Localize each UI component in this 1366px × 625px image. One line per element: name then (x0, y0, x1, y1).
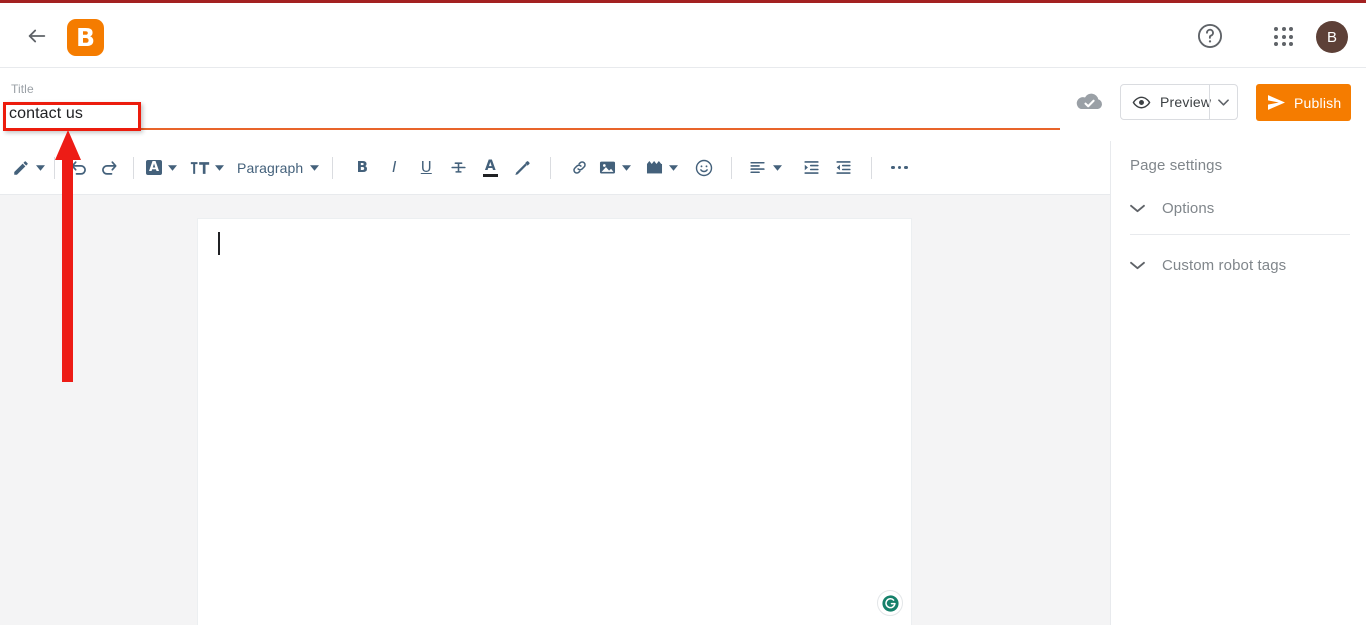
format-toolbar: A Paragraph B I U A (0, 141, 1110, 195)
toolbar-separator (871, 156, 873, 179)
sidebar-divider (1130, 234, 1350, 235)
cloud-done-icon (1075, 90, 1105, 114)
align-chevron-down-icon[interactable] (773, 164, 783, 171)
blogger-page-editor: B B Title contact us Preview Publish A P… (0, 0, 1366, 625)
toolbar-separator (332, 156, 334, 179)
apps-dot (1281, 27, 1286, 31)
grammarly-icon[interactable] (877, 590, 903, 616)
italic-button[interactable]: I (378, 151, 410, 185)
video-icon[interactable] (642, 151, 666, 185)
background-color-chevron-down-icon[interactable] (168, 164, 177, 171)
strikethrough-icon[interactable] (442, 151, 474, 185)
help-circle-icon[interactable] (1196, 22, 1224, 50)
undo-icon[interactable] (64, 151, 94, 185)
send-icon (1267, 94, 1286, 111)
indent-increase-icon[interactable] (795, 151, 827, 185)
image-icon[interactable] (595, 151, 619, 185)
arrow-back-icon[interactable] (22, 21, 52, 51)
pencil-chevron-down-icon[interactable] (36, 164, 45, 171)
sidebar-item-label: Options (1162, 199, 1215, 217)
paragraph-style-label: Paragraph (237, 159, 304, 176)
align-left-icon[interactable] (744, 151, 770, 185)
blogger-logo-icon[interactable]: B (67, 19, 104, 56)
more-dot (904, 165, 908, 170)
eye-icon (1132, 93, 1151, 112)
apps-dot (1274, 42, 1278, 46)
toolbar-separator (54, 156, 55, 179)
underline-button[interactable]: U (410, 151, 442, 185)
publish-label: Publish (1294, 94, 1342, 111)
app-bar: B B (0, 3, 1366, 68)
toolbar-separator (731, 156, 733, 179)
font-size-icon[interactable] (188, 151, 212, 185)
text-color-icon[interactable]: A (474, 151, 506, 185)
sidebar-item-options[interactable]: Options (1130, 189, 1350, 227)
text-cursor (218, 232, 220, 255)
paragraph-chevron-down-icon[interactable] (310, 164, 320, 171)
preview-label: Preview (1160, 94, 1212, 110)
title-label: Title (11, 82, 34, 96)
underline-label: U (420, 158, 432, 176)
chevron-down-icon (1130, 261, 1152, 270)
title-row: Title contact us (0, 68, 1110, 140)
marker-icon[interactable] (506, 151, 538, 185)
avatar[interactable]: B (1316, 21, 1348, 53)
chevron-down-icon (1130, 204, 1152, 213)
toolbar-separator (133, 156, 134, 179)
title-underline (8, 128, 1060, 130)
preview-button[interactable]: Preview (1120, 84, 1238, 120)
page-title: Page settings (1130, 157, 1223, 174)
text-color-swatch (482, 173, 498, 177)
apps-dot (1281, 42, 1286, 46)
font-size-chevron-down-icon[interactable] (215, 164, 224, 171)
page-settings-sidebar: Page settings Options Custom robot tags (1110, 141, 1366, 625)
bold-label: B (356, 158, 368, 176)
blogger-logo-letter: B (75, 22, 96, 52)
image-chevron-down-icon[interactable] (622, 164, 632, 171)
indent-decrease-icon[interactable] (827, 151, 859, 185)
apps-dot (1281, 34, 1286, 39)
pencil-icon[interactable] (9, 151, 33, 185)
italic-label: I (392, 158, 397, 176)
background-color-letter: A (145, 160, 163, 175)
editor-canvas (0, 195, 1110, 625)
more-dot (891, 165, 895, 170)
sidebar-item-label: Custom robot tags (1162, 256, 1287, 274)
background-color-icon[interactable]: A (143, 151, 165, 185)
redo-icon[interactable] (94, 151, 124, 185)
apps-dot (1289, 34, 1293, 39)
publish-button[interactable]: Publish (1256, 84, 1351, 121)
more-dots (891, 165, 908, 170)
emoji-icon[interactable] (689, 151, 719, 185)
apps-dot (1289, 27, 1293, 31)
toolbar-separator (550, 156, 552, 179)
text-color-letter: A (484, 157, 496, 174)
link-icon[interactable] (563, 151, 595, 185)
post-body-editor[interactable] (197, 218, 912, 625)
paragraph-style-button[interactable]: Paragraph (237, 151, 303, 185)
preview-dropdown-chevron-down-icon[interactable] (1209, 85, 1237, 119)
apps-dot (1289, 42, 1293, 46)
apps-grid-icon[interactable] (1271, 24, 1297, 50)
bold-button[interactable]: B (346, 151, 378, 185)
more-dot (897, 165, 902, 170)
sidebar-item-custom-robot-tags[interactable]: Custom robot tags (1130, 246, 1350, 284)
apps-dot (1274, 34, 1278, 39)
apps-dot (1274, 27, 1278, 31)
more-horizontal-icon[interactable] (884, 151, 914, 185)
video-chevron-down-icon[interactable] (669, 164, 679, 171)
title-input[interactable]: contact us (9, 105, 83, 123)
